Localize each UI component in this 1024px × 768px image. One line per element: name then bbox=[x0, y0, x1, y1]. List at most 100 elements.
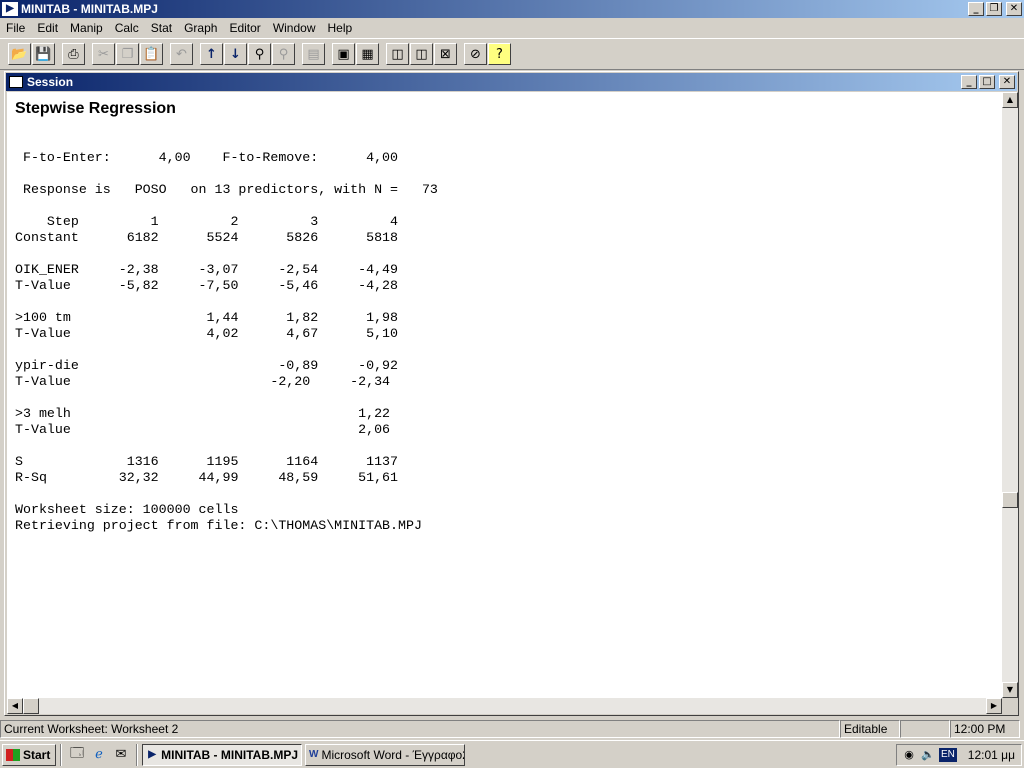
output-line: OIK_ENER -2,38 -3,07 -2,54 -4,49 bbox=[15, 262, 399, 277]
session-window-icon[interactable] bbox=[9, 76, 23, 88]
graph-icon[interactable]: ◫ bbox=[386, 43, 409, 65]
speaker-icon[interactable]: 🔈 bbox=[920, 747, 936, 763]
output-heading: Stepwise Regression bbox=[15, 100, 176, 117]
down-arrow-icon[interactable]: ↓ bbox=[224, 43, 247, 65]
language-indicator[interactable]: EN bbox=[939, 748, 957, 762]
status-current-worksheet: Current Worksheet: Worksheet 2 bbox=[0, 720, 840, 738]
output-line: Constant 6182 5524 5826 5818 bbox=[15, 230, 399, 245]
vertical-scroll-thumb[interactable] bbox=[1002, 492, 1018, 508]
worksheet-icon[interactable]: ▤ bbox=[302, 43, 325, 65]
session-title-bar[interactable]: Session _ □ ✕ bbox=[6, 73, 1017, 91]
status-editable: Editable bbox=[840, 720, 900, 738]
session-title: Session bbox=[27, 75, 74, 89]
system-tray: ◉ 🔈 EN 12:01 μμ bbox=[896, 744, 1022, 766]
close-graphs-icon[interactable]: ⊠ bbox=[434, 43, 457, 65]
app-title: MINITAB - MINITAB.MPJ bbox=[21, 2, 158, 16]
output-line: T-Value -5,82 -7,50 -5,46 -4,28 bbox=[15, 278, 399, 293]
find-icon[interactable]: ⚲ bbox=[248, 43, 271, 65]
open-icon[interactable]: 📂 bbox=[8, 43, 31, 65]
output-line: T-Value -2,20 -2,34 bbox=[15, 374, 391, 389]
close-button[interactable]: ✕ bbox=[1006, 2, 1022, 16]
output-line: S 1316 1195 1164 1137 bbox=[15, 454, 399, 469]
menu-manip[interactable]: Manip bbox=[64, 19, 109, 37]
scroll-down-button[interactable]: ▼ bbox=[1002, 682, 1018, 698]
manage-graphs-icon[interactable]: ◫ bbox=[410, 43, 433, 65]
windows-logo-icon bbox=[6, 748, 20, 761]
session-output-area[interactable]: Stepwise Regression F-to-Enter: 4,00 F-t… bbox=[7, 92, 1003, 698]
help-icon[interactable]: ? bbox=[488, 43, 511, 65]
output-line: Step 1 2 3 4 bbox=[15, 214, 399, 229]
output-line: Retrieving project from file: C:\THOMAS\… bbox=[15, 518, 422, 533]
data-icon[interactable]: ▦ bbox=[356, 43, 379, 65]
output-line: F-to-Enter: 4,00 F-to-Remove: 4,00 bbox=[15, 150, 399, 165]
word-task-icon: W bbox=[309, 748, 319, 760]
vertical-scrollbar[interactable]: ▲ ▼ bbox=[1002, 92, 1018, 698]
restore-button[interactable]: ❐ bbox=[986, 2, 1002, 16]
start-button[interactable]: Start bbox=[2, 743, 56, 766]
up-arrow-icon[interactable]: ↑ bbox=[200, 43, 223, 65]
menu-calc[interactable]: Calc bbox=[109, 19, 145, 37]
output-line: ypir-die -0,89 -0,92 bbox=[15, 358, 399, 373]
session-window: Session _ □ ✕ Stepwise Regression F-to-E… bbox=[4, 71, 1019, 716]
output-line: R-Sq 32,32 44,99 48,59 51,61 bbox=[15, 470, 399, 485]
menu-edit[interactable]: Edit bbox=[31, 19, 64, 37]
minimize-button[interactable]: _ bbox=[968, 2, 984, 16]
menu-stat[interactable]: Stat bbox=[145, 19, 178, 37]
output-line: Worksheet size: 100000 cells bbox=[15, 502, 239, 517]
minitab-app-icon[interactable]: ▶ bbox=[2, 2, 18, 16]
scroll-up-button[interactable]: ▲ bbox=[1002, 92, 1018, 108]
menu-file[interactable]: File bbox=[0, 19, 31, 37]
show-desktop-icon[interactable]: 🗔 bbox=[68, 746, 86, 764]
task-minitab-label: MINITAB - MINITAB.MPJ bbox=[161, 747, 298, 762]
minitab-task-icon: ▶ bbox=[148, 748, 156, 760]
toolbar: 📂 💾 ⎙ ✂ ❐ 📋 ↶ ↑ ↓ ⚲ ⚲ ▤ ▣ ▦ ◫ ◫ ⊠ ⊘ ? bbox=[0, 38, 1024, 70]
task-word-label: Microsoft Word - Έγγραφο2 bbox=[321, 747, 465, 762]
session-icon[interactable]: ▣ bbox=[332, 43, 355, 65]
undo-icon[interactable]: ↶ bbox=[170, 43, 193, 65]
task-minitab[interactable]: ▶ MINITAB - MINITAB.MPJ bbox=[142, 743, 302, 766]
output-line: T-Value 2,06 bbox=[15, 422, 391, 437]
status-bar: Current Worksheet: Worksheet 2 Editable … bbox=[0, 720, 1024, 739]
task-word[interactable]: W Microsoft Word - Έγγραφο2 bbox=[305, 743, 465, 766]
paste-icon[interactable]: 📋 bbox=[140, 43, 163, 65]
session-close-button[interactable]: ✕ bbox=[999, 75, 1015, 89]
status-blank bbox=[900, 720, 950, 738]
cut-icon[interactable]: ✂ bbox=[92, 43, 115, 65]
menu-graph[interactable]: Graph bbox=[178, 19, 223, 37]
session-minimize-button[interactable]: _ bbox=[961, 75, 977, 89]
status-time: 12:00 PM bbox=[950, 720, 1020, 738]
output-line: Response is POSO on 13 predictors, with … bbox=[15, 182, 438, 197]
volume-control-icon[interactable]: ◉ bbox=[901, 747, 917, 763]
horizontal-scrollbar[interactable]: ◀ ▶ bbox=[7, 698, 1002, 714]
scroll-left-button[interactable]: ◀ bbox=[7, 698, 23, 714]
save-icon[interactable]: 💾 bbox=[32, 43, 55, 65]
find-next-icon[interactable]: ⚲ bbox=[272, 43, 295, 65]
output-line: >3 melh 1,22 bbox=[15, 406, 391, 421]
output-line: >100 tm 1,44 1,82 1,98 bbox=[15, 310, 399, 325]
horizontal-scroll-thumb[interactable] bbox=[23, 698, 39, 714]
menu-bar: File Edit Manip Calc Stat Graph Editor W… bbox=[0, 18, 1024, 38]
app-title-bar[interactable]: ▶ MINITAB - MINITAB.MPJ _ ❐ ✕ bbox=[0, 0, 1024, 18]
menu-window[interactable]: Window bbox=[267, 19, 322, 37]
session-maximize-button[interactable]: □ bbox=[979, 75, 995, 89]
copy-icon[interactable]: ❐ bbox=[116, 43, 139, 65]
outlook-express-icon[interactable]: ✉ bbox=[112, 746, 130, 764]
menu-help[interactable]: Help bbox=[322, 19, 359, 37]
scroll-right-button[interactable]: ▶ bbox=[986, 698, 1002, 714]
internet-explorer-icon[interactable]: ℯ bbox=[90, 746, 108, 764]
start-label: Start bbox=[23, 747, 51, 762]
output-line: T-Value 4,02 4,67 5,10 bbox=[15, 326, 399, 341]
cancel-icon[interactable]: ⊘ bbox=[464, 43, 487, 65]
print-icon[interactable]: ⎙ bbox=[62, 43, 85, 65]
menu-editor[interactable]: Editor bbox=[223, 19, 266, 37]
system-clock[interactable]: 12:01 μμ bbox=[968, 748, 1015, 762]
taskbar: Start 🗔 ℯ ✉ ▶ MINITAB - MINITAB.MPJ W Mi… bbox=[0, 740, 1024, 768]
